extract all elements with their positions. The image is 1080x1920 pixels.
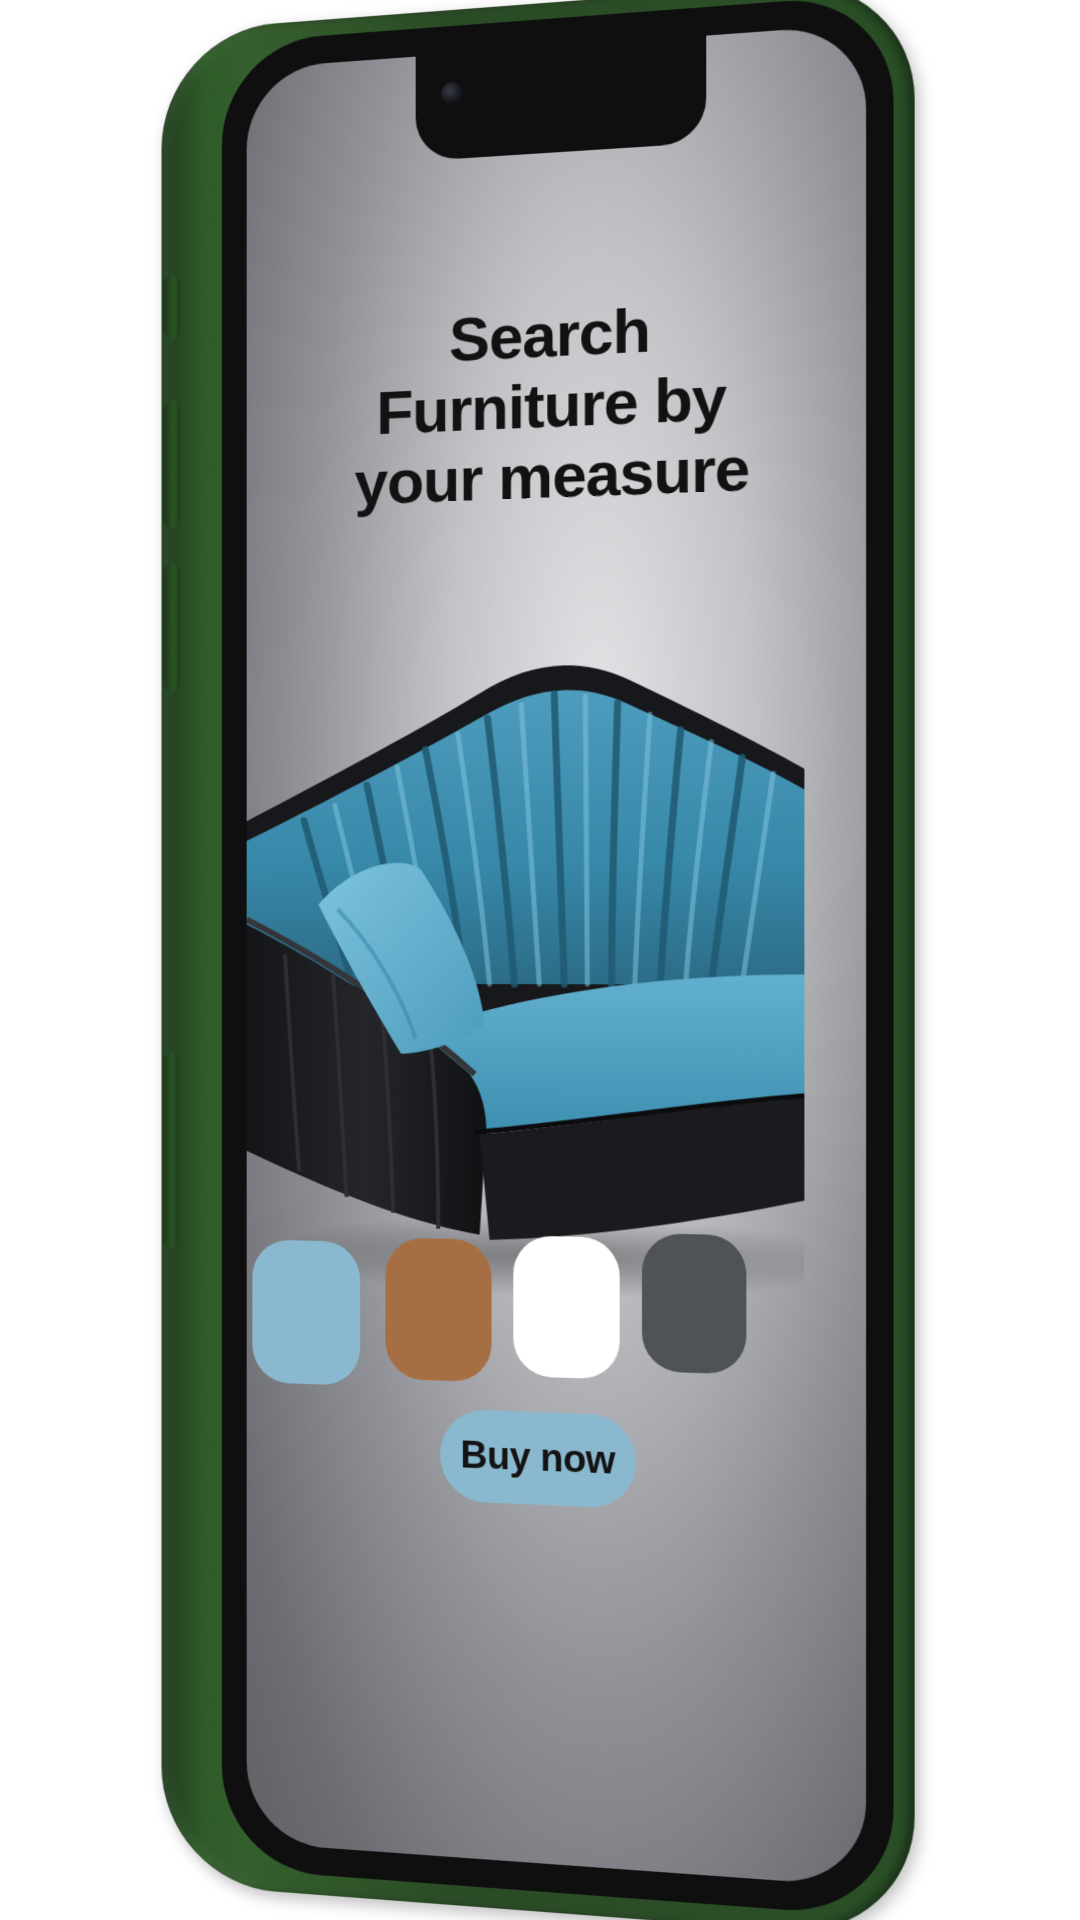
volume-down-button xyxy=(163,563,181,692)
phone-mockup: Search Furniture by your measure Buy now xyxy=(161,0,915,1920)
front-camera-icon xyxy=(441,81,463,105)
swatch-white[interactable] xyxy=(513,1235,620,1380)
headline: Search Furniture by your measure xyxy=(247,284,866,523)
buy-now-button[interactable]: Buy now xyxy=(440,1408,636,1510)
swatch-blue[interactable] xyxy=(252,1239,361,1386)
notch xyxy=(415,35,707,162)
stage: Search Furniture by your measure Buy now xyxy=(0,0,1080,1920)
app-screen: Search Furniture by your measure Buy now xyxy=(246,24,867,1887)
swatch-brown[interactable] xyxy=(385,1237,492,1383)
sim-tray xyxy=(163,1052,179,1249)
silent-switch xyxy=(163,275,181,339)
color-swatches xyxy=(252,1200,866,1386)
volume-up-button xyxy=(163,400,181,529)
swatch-gray[interactable] xyxy=(641,1233,747,1375)
